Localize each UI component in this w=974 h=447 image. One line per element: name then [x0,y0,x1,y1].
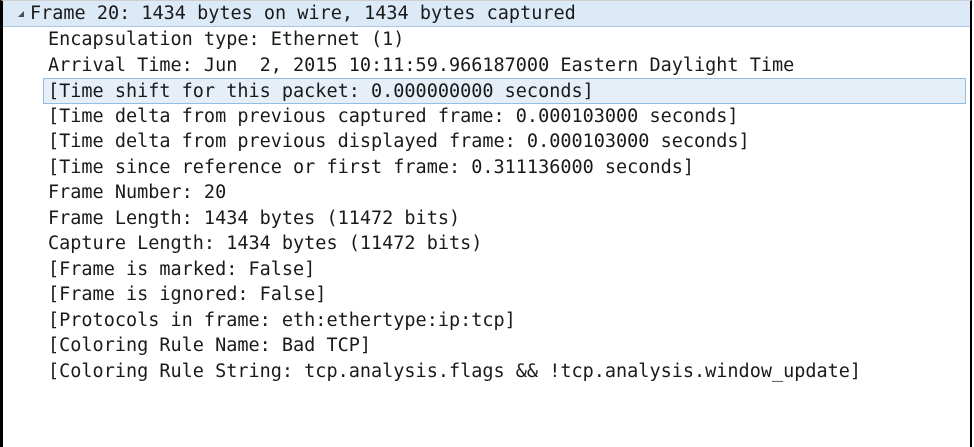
tree-item-frame-marked[interactable]: [Frame is marked: False] [3,257,970,283]
packet-details-tree[interactable]: Frame 20: 1434 bytes on wire, 1434 bytes… [0,0,972,447]
tree-item-label: [Protocols in frame: eth:ethertype:ip:tc… [48,309,516,331]
tree-item-label: Capture Length: 1434 bytes (11472 bits) [48,233,483,254]
tree-item-encapsulation-type[interactable]: Encapsulation type: Ethernet (1) [3,27,970,53]
tree-item-frame-length[interactable]: Frame Length: 1434 bytes (11472 bits) [3,206,970,232]
tree-item-time-delta-displayed[interactable]: [Time delta from previous displayed fram… [3,129,970,155]
tree-item-arrival-time[interactable]: Arrival Time: Jun 2, 2015 10:11:59.96618… [3,53,970,79]
tree-item-frame-ignored[interactable]: [Frame is ignored: False] [3,282,970,308]
tree-item-label: Frame Number: 20 [48,182,227,203]
tree-item-time-shift[interactable]: [Time shift for this packet: 0.000000000… [43,78,966,104]
tree-item-label: [Time since reference or first frame: 0.… [48,156,695,178]
tree-item-protocols-in-frame[interactable]: [Protocols in frame: eth:ethertype:ip:tc… [3,308,970,334]
tree-item-time-delta-captured[interactable]: [Time delta from previous captured frame… [3,104,970,130]
tree-item-label: [Time shift for this packet: 0.000000000… [48,81,594,102]
tree-item-label: [Frame is ignored: False] [48,284,327,305]
tree-item-label: [Time delta from previous displayed fram… [48,131,750,152]
collapse-triangle-icon[interactable] [15,1,27,26]
tree-item-label: Encapsulation type: Ethernet (1) [48,29,405,50]
tree-node-label: Frame 20: 1434 bytes on wire, 1434 bytes… [30,3,576,24]
tree-item-frame-number[interactable]: Frame Number: 20 [3,180,970,206]
tree-item-label: [Coloring Rule Name: Bad TCP] [48,335,372,356]
tree-item-time-since-reference[interactable]: [Time since reference or first frame: 0.… [3,155,970,181]
tree-item-capture-length[interactable]: Capture Length: 1434 bytes (11472 bits) [3,231,970,257]
tree-item-label: Frame Length: 1434 bytes (11472 bits) [48,207,461,229]
tree-item-label: [Frame is marked: False] [48,258,316,280]
tree-item-label: Arrival Time: Jun 2, 2015 10:11:59.96618… [48,54,795,76]
tree-item-label: [Coloring Rule String: tcp.analysis.flag… [48,360,862,382]
tree-item-coloring-rule-string[interactable]: [Coloring Rule String: tcp.analysis.flag… [3,359,970,385]
tree-node-frame[interactable]: Frame 20: 1434 bytes on wire, 1434 bytes… [3,1,970,27]
tree-item-coloring-rule-name[interactable]: [Coloring Rule Name: Bad TCP] [3,333,970,359]
tree-item-label: [Time delta from previous captured frame… [48,105,739,127]
